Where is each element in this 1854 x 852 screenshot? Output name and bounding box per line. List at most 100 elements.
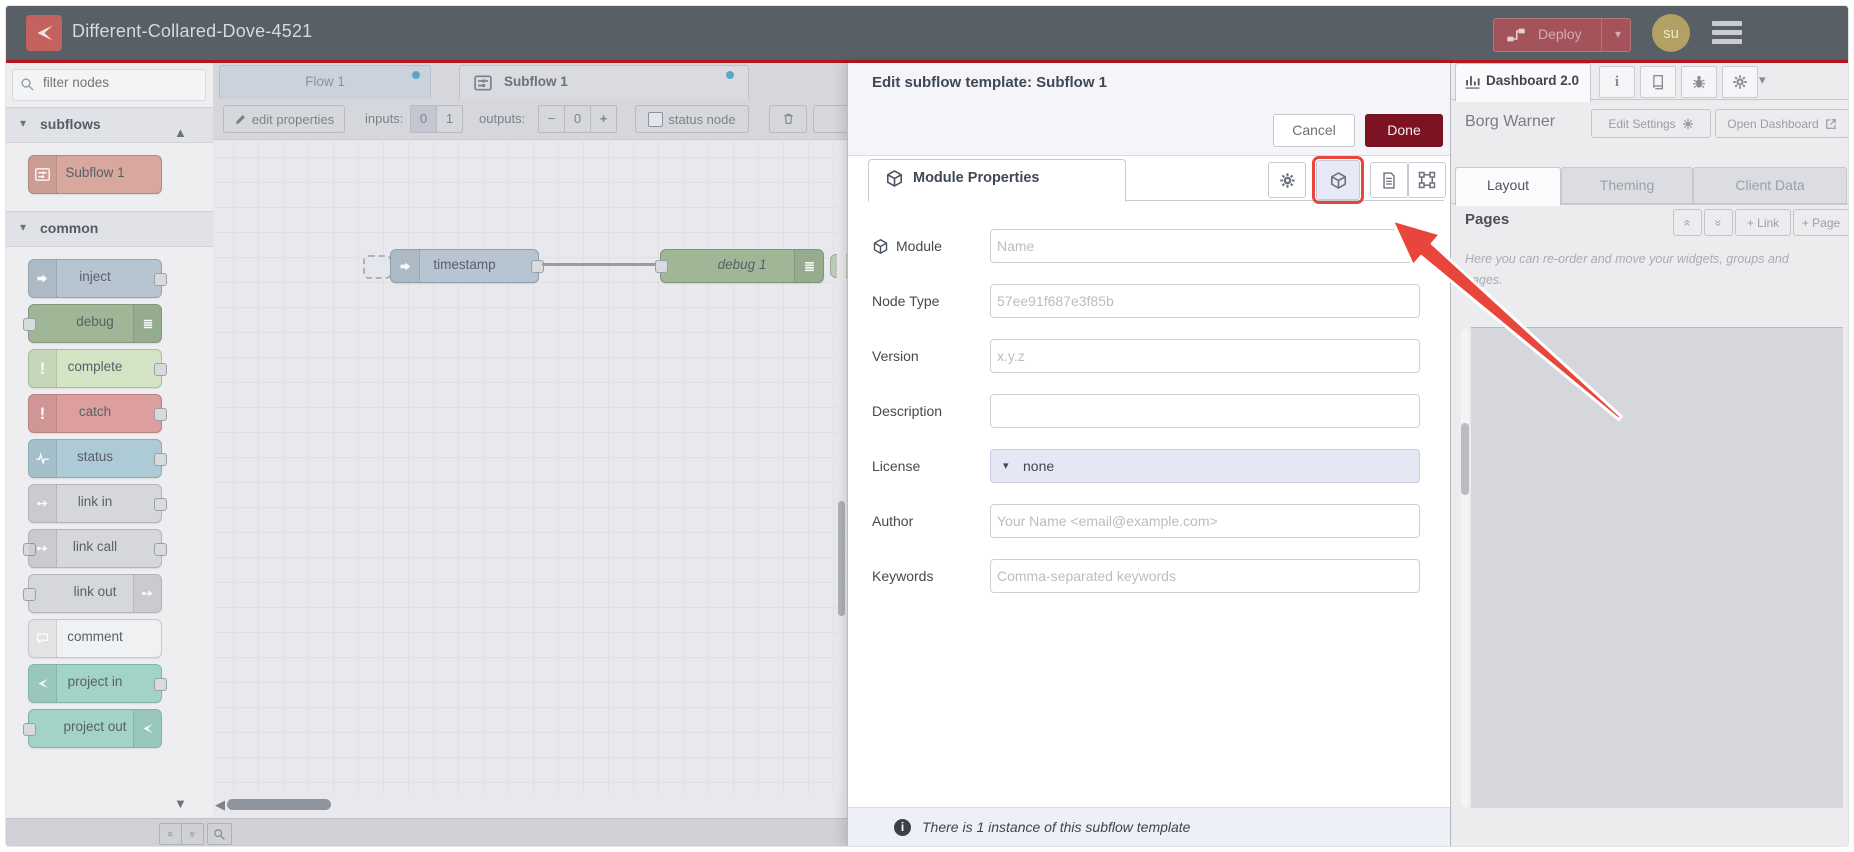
- tab-subflow-1[interactable]: Subflow 1: [459, 65, 749, 100]
- debug-sidebar-tab[interactable]: [1681, 66, 1717, 98]
- palette-scroll-down-icon[interactable]: ▼: [174, 796, 187, 811]
- user-avatar[interactable]: su: [1652, 14, 1690, 52]
- node-debug-1[interactable]: debug 1: [655, 249, 824, 283]
- debug-sidebar-icon[interactable]: [794, 250, 823, 282]
- input-port: [23, 587, 36, 601]
- add-page-button[interactable]: + Page: [1793, 209, 1848, 236]
- bar-chart-icon: [1464, 73, 1481, 90]
- move-up-button[interactable]: «: [1673, 209, 1702, 236]
- subflow-input-port[interactable]: [363, 255, 392, 279]
- field-row-description: Description: [848, 386, 1453, 441]
- palette-node-project-in[interactable]: project in: [28, 664, 167, 703]
- palette-node-debug[interactable]: debug: [23, 304, 162, 343]
- palette-node-status[interactable]: status: [28, 439, 167, 478]
- palette-node-link-call[interactable]: link call: [23, 529, 167, 568]
- edit-settings-button[interactable]: Edit Settings: [1591, 109, 1711, 138]
- description-tab[interactable]: [1370, 162, 1408, 198]
- description-field[interactable]: [990, 394, 1420, 428]
- workspace-tab-bar: Flow 1 Subflow 1: [213, 63, 847, 100]
- output-port: [154, 407, 167, 421]
- search-icon: [20, 77, 35, 92]
- output-port[interactable]: [531, 260, 544, 273]
- palette-node-comment[interactable]: comment: [28, 619, 162, 658]
- palette-node-link-out[interactable]: link out: [23, 574, 162, 613]
- outputs-minus-button[interactable]: −: [538, 105, 565, 133]
- scrollbar-thumb[interactable]: [838, 501, 845, 616]
- dashboard-sidebar-tab[interactable]: Dashboard 2.0: [1455, 63, 1591, 102]
- node-settings-tab[interactable]: [1268, 162, 1306, 198]
- input-port[interactable]: [655, 260, 668, 273]
- edit-subflow-tray: Edit subflow template: Subflow 1 Cancel …: [847, 63, 1453, 846]
- filter-nodes-input[interactable]: [41, 74, 195, 91]
- pages-list-area[interactable]: [1471, 327, 1843, 808]
- edit-properties-button[interactable]: edit properties: [223, 105, 345, 133]
- license-select[interactable]: ▾ none: [990, 449, 1420, 483]
- add-link-button[interactable]: + Link: [1735, 209, 1791, 236]
- gear-icon: [1733, 75, 1747, 89]
- palette-collapse-down-button[interactable]: »: [181, 823, 204, 845]
- caret-down-icon: ▾: [1003, 460, 1009, 472]
- cancel-button[interactable]: Cancel: [1273, 114, 1355, 147]
- search-flows-button[interactable]: [207, 823, 232, 845]
- canvas-vertical-scrollbar[interactable]: [837, 141, 846, 791]
- checkbox-icon: [648, 111, 664, 127]
- dashboard-owner-label: Borg Warner: [1465, 113, 1556, 130]
- sidebar-scrollbar[interactable]: [1461, 329, 1469, 807]
- wire[interactable]: [542, 263, 666, 266]
- deploy-button[interactable]: Deploy ▾: [1493, 18, 1631, 52]
- palette-node-inject[interactable]: inject: [28, 259, 167, 298]
- palette-scroll-up-icon[interactable]: ▲: [174, 125, 187, 140]
- main-menu-icon[interactable]: [1712, 21, 1742, 45]
- cube-icon: [885, 169, 904, 188]
- link-icon: [133, 575, 161, 612]
- scroll-left-icon[interactable]: ◀: [215, 797, 225, 813]
- inputs-option-1[interactable]: 1: [436, 105, 463, 133]
- tray-title: Edit subflow template: Subflow 1: [872, 74, 1108, 91]
- author-field[interactable]: [990, 504, 1420, 538]
- palette-collapse-up-button[interactable]: «: [159, 823, 182, 845]
- module-properties-icon-tab[interactable]: [1312, 156, 1364, 204]
- canvas-horizontal-scrollbar[interactable]: [227, 799, 331, 810]
- status-node-checkbox[interactable]: status node: [635, 105, 749, 133]
- tab-layout[interactable]: Layout: [1455, 167, 1561, 206]
- delete-subflow-button[interactable]: [769, 105, 807, 133]
- canvas-grid[interactable]: [213, 139, 847, 793]
- palette-search[interactable]: [12, 69, 206, 101]
- gear-icon: [1682, 118, 1693, 129]
- deploy-options-caret[interactable]: ▾: [1615, 27, 1621, 41]
- done-button[interactable]: Done: [1365, 114, 1443, 147]
- node-palette: ▾ subflows ▾ common Subflow 1injectdebug…: [6, 63, 214, 818]
- open-dashboard-button[interactable]: Open Dashboard: [1715, 109, 1848, 138]
- palette-category-common[interactable]: ▾ common: [6, 211, 213, 247]
- node-timestamp[interactable]: timestamp: [390, 249, 544, 283]
- palette-node-project-out[interactable]: project out: [23, 709, 162, 748]
- config-nodes-sidebar-tab[interactable]: [1722, 66, 1758, 98]
- cube-icon: [872, 238, 889, 255]
- palette-node-catch[interactable]: ! catch: [28, 394, 167, 433]
- outputs-count[interactable]: 0: [564, 105, 591, 133]
- move-down-button[interactable]: »: [1704, 209, 1733, 236]
- keywords-field[interactable]: [990, 559, 1420, 593]
- inputs-option-0[interactable]: 0: [410, 105, 437, 133]
- clipped-toolbar-button[interactable]: [813, 105, 847, 133]
- scrollbar-thumb[interactable]: [1461, 423, 1469, 495]
- info-sidebar-tab[interactable]: i: [1599, 66, 1635, 98]
- inject-icon: [29, 260, 57, 297]
- palette-node-complete[interactable]: ! complete: [28, 349, 167, 388]
- module-properties-tab[interactable]: Module Properties: [868, 159, 1126, 202]
- version-field[interactable]: [990, 339, 1420, 373]
- sidebar-options-caret[interactable]: ▾: [1759, 72, 1766, 88]
- tab-theming[interactable]: Theming: [1561, 167, 1693, 205]
- field-row-version: Version: [848, 331, 1453, 386]
- node-type-field[interactable]: [990, 284, 1420, 318]
- field-row-license: License ▾ none: [848, 441, 1453, 496]
- input-port: [23, 317, 36, 331]
- help-sidebar-tab[interactable]: [1640, 66, 1676, 98]
- tab-flow-1[interactable]: Flow 1: [219, 65, 431, 100]
- palette-node-link-in[interactable]: link in: [28, 484, 167, 523]
- appearance-tab[interactable]: [1408, 162, 1446, 198]
- outputs-plus-button[interactable]: +: [590, 105, 617, 133]
- tab-client-data[interactable]: Client Data: [1693, 167, 1847, 205]
- palette-node-subflow-1[interactable]: Subflow 1: [28, 155, 162, 194]
- module-field[interactable]: [990, 229, 1420, 263]
